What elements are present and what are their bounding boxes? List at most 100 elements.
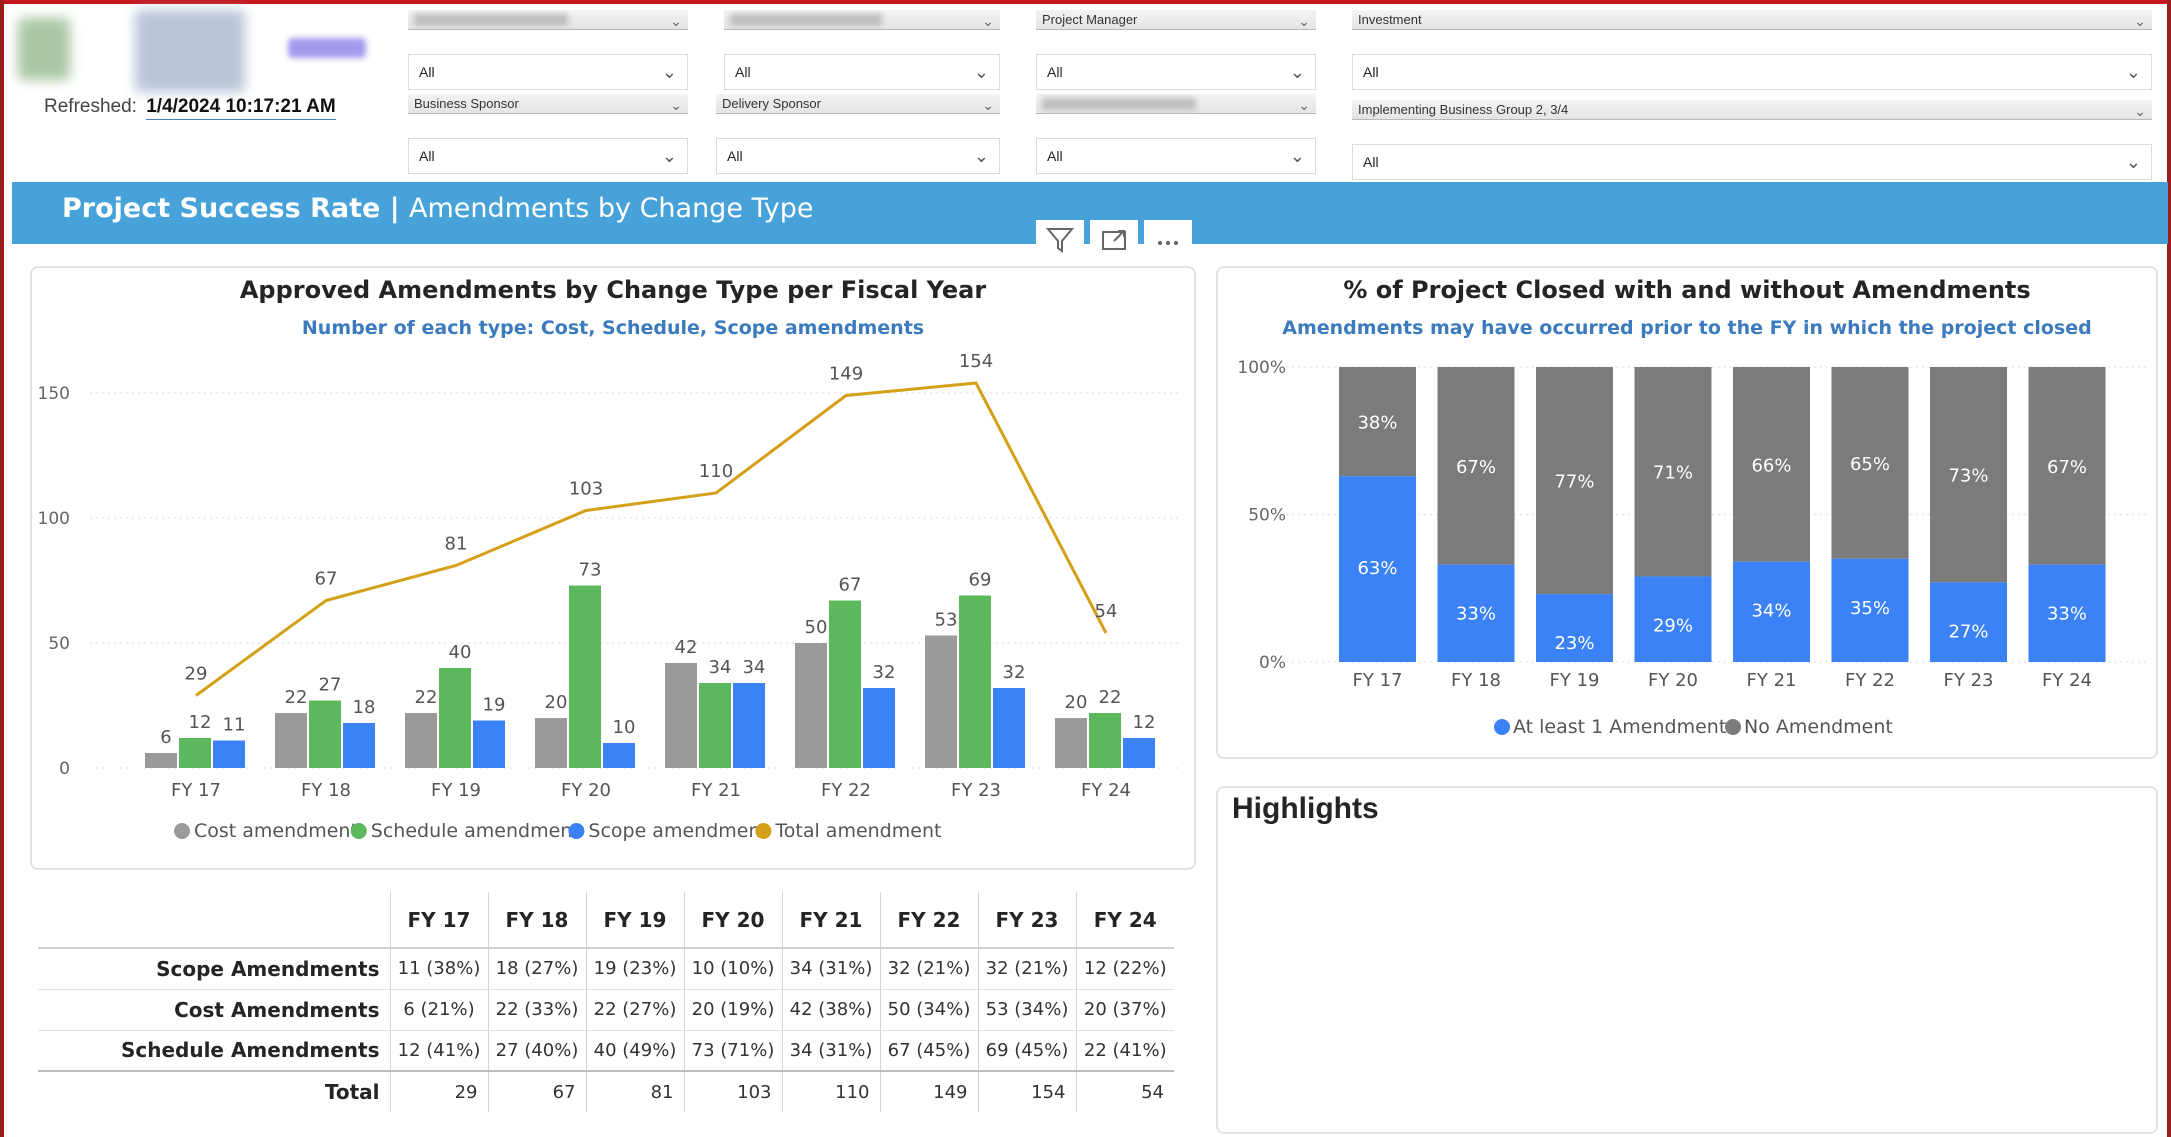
chevron-down-icon: ⌄ — [982, 97, 994, 113]
data-label: 20 — [545, 692, 568, 713]
x-tick-label: FY 19 — [431, 780, 481, 801]
data-label: 12 — [189, 712, 212, 733]
chevron-down-icon: ⌄ — [2125, 62, 2141, 82]
column-header[interactable]: FY 18 — [487, 892, 586, 949]
data-label: 67% — [1456, 457, 1496, 478]
data-label: 20 — [1065, 692, 1088, 713]
slicer-dropdown[interactable]: All ⌄ — [408, 54, 688, 90]
legend-item: Total amendment — [774, 820, 941, 842]
data-label: 67% — [2047, 457, 2087, 478]
slicer-r1c1[interactable]: ⌄ All ⌄ — [408, 10, 688, 94]
data-label: 33% — [2047, 604, 2087, 625]
table-cell: 19 (23%) — [585, 948, 684, 990]
table-cell: 149 — [879, 1070, 978, 1112]
slicer-dropdown[interactable]: All ⌄ — [408, 138, 688, 174]
table-cell: 6 (21%) — [389, 989, 488, 1031]
column-header[interactable]: FY 22 — [879, 892, 978, 949]
chevron-down-icon: ⌄ — [1298, 13, 1310, 29]
data-label: 34 — [743, 657, 766, 678]
legend-marker — [755, 823, 772, 839]
table-cell: 69 (45%) — [977, 1030, 1076, 1072]
slicer-r2c3[interactable]: ⌄ All ⌄ — [1036, 94, 1316, 178]
refreshed-value: 1/4/2024 10:17:21 AM — [146, 96, 336, 120]
slicer-dropdown[interactable]: All ⌄ — [716, 138, 1000, 174]
data-label: 32 — [1003, 662, 1026, 683]
chevron-down-icon: ⌄ — [1298, 97, 1310, 113]
total-data-label: 67 — [315, 569, 338, 590]
data-label: 12 — [1133, 712, 1156, 733]
bar-cost-amendment — [795, 643, 827, 768]
y-tick-label: 150 — [38, 384, 70, 404]
page-title-main: Project Success Rate — [62, 193, 381, 224]
data-label: 34 — [709, 657, 732, 678]
legend-marker — [350, 823, 367, 839]
highlights-title: Highlights — [1232, 792, 1379, 825]
more-options-icon[interactable] — [1144, 220, 1192, 260]
data-label: 19 — [483, 695, 506, 716]
total-data-label: 103 — [569, 479, 603, 500]
bar-scope-amendment — [473, 720, 505, 768]
slicer-dropdown[interactable]: All ⌄ — [1352, 54, 2152, 90]
filter-icon[interactable] — [1036, 220, 1084, 260]
data-label: 71% — [1653, 463, 1693, 484]
chevron-down-icon: ⌄ — [670, 97, 682, 113]
table-cell: 11 (38%) — [389, 948, 488, 990]
legend-marker — [1494, 719, 1510, 735]
legend-marker — [1725, 719, 1741, 735]
slicer-project-manager[interactable]: Project Manager ⌄ All ⌄ — [1036, 10, 1316, 94]
total-data-label: 81 — [445, 534, 468, 555]
data-label: 22 — [285, 687, 308, 708]
table-cell: 12 (41%) — [389, 1030, 488, 1072]
closed-projects-stacked-chart[interactable]: 0% 50% 100% 38% 63% FY 17 67% 33% FY 18 77% 23% FY … — [1216, 266, 2158, 759]
table-header-row: FY 17 FY 18 FY 19 FY 20 FY 21 FY 22 FY 2… — [38, 892, 1174, 949]
bar-schedule-amendment — [179, 738, 211, 768]
slicer-dropdown[interactable]: All ⌄ — [1036, 138, 1316, 174]
data-label: 11 — [223, 715, 246, 736]
slicer-dropdown[interactable]: All ⌄ — [1352, 144, 2152, 180]
amendments-combo-chart[interactable]: 0 50 100 150 6 12 11 FY 17 22 27 18 FY 18 22 40 19 FY 1… — [30, 266, 1196, 870]
column-header[interactable]: FY 17 — [389, 892, 488, 949]
top-accent-bar — [0, 0, 2171, 4]
chevron-down-icon: ⌄ — [661, 146, 677, 166]
total-data-label: 110 — [699, 461, 733, 482]
bar-schedule-amendment — [829, 600, 861, 768]
data-label: 35% — [1850, 598, 1890, 619]
slicer-r1c2[interactable]: ⌄ All ⌄ — [724, 10, 1000, 94]
bar-cost-amendment — [275, 713, 307, 768]
chevron-down-icon: ⌄ — [661, 62, 677, 82]
column-header[interactable]: FY 24 — [1075, 892, 1174, 949]
column-header[interactable]: FY 23 — [977, 892, 1076, 949]
table-cell: 22 (27%) — [585, 989, 684, 1031]
x-tick-label: FY 23 — [1944, 670, 1994, 691]
bar-scope-amendment — [733, 683, 765, 768]
slicer-implementing-business-group[interactable]: Implementing Business Group 2, 3/4 ⌄ All ⌄ — [1352, 100, 2152, 184]
bar-schedule-amendment — [959, 595, 991, 768]
slicer-investment[interactable]: Investment ⌄ All ⌄ — [1352, 10, 2152, 94]
window-border-right — [2167, 0, 2171, 1137]
y-tick-label: 50 — [48, 634, 70, 654]
amendments-table: FY 17 FY 18 FY 19 FY 20 FY 21 FY 22 FY 2… — [38, 892, 1174, 1112]
chevron-down-icon: ⌄ — [982, 13, 994, 29]
data-label: 69 — [969, 570, 992, 591]
bar-cost-amendment — [665, 663, 697, 768]
focus-mode-icon[interactable] — [1090, 220, 1138, 260]
bar-scope-amendment — [213, 740, 245, 768]
column-header[interactable]: FY 20 — [683, 892, 782, 949]
slicer-business-sponsor[interactable]: Business Sponsor ⌄ All ⌄ — [408, 94, 688, 178]
slicer-delivery-sponsor[interactable]: Delivery Sponsor ⌄ All ⌄ — [716, 94, 1000, 178]
chevron-down-icon: ⌄ — [973, 146, 989, 166]
page-title: Project Success Rate | Amendments by Cha… — [62, 193, 814, 224]
window-border-left — [0, 0, 4, 1137]
column-header[interactable]: FY 21 — [781, 892, 880, 949]
page-title-separator: | — [380, 193, 409, 224]
x-tick-label: FY 21 — [1747, 670, 1797, 691]
table-cell: 27 (40%) — [487, 1030, 586, 1072]
slicer-dropdown[interactable]: All ⌄ — [1036, 54, 1316, 90]
legend-item: Cost amendment — [194, 820, 358, 842]
chevron-down-icon: ⌄ — [2134, 13, 2146, 29]
data-label: 67 — [839, 575, 862, 596]
slicer-dropdown[interactable]: All ⌄ — [724, 54, 1000, 90]
data-label: 22 — [415, 687, 438, 708]
column-header[interactable]: FY 19 — [585, 892, 684, 949]
chevron-down-icon: ⌄ — [1289, 62, 1305, 82]
